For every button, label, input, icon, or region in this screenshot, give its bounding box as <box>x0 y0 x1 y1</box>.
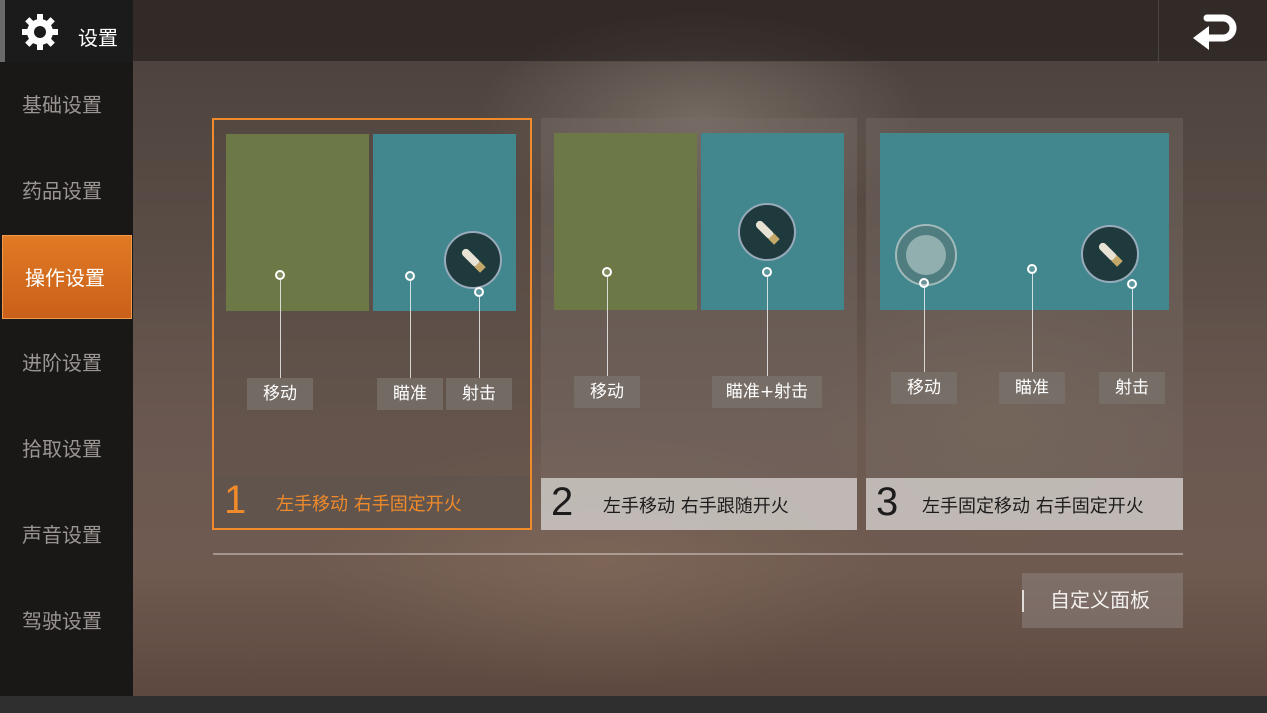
mode-card-2[interactable]: 移动 瞄准+射击 2 左手移动 右手跟随开火 <box>541 118 857 530</box>
fire-leader-line <box>479 297 480 378</box>
aim-leader-line <box>410 281 411 378</box>
mode-description: 左手移动 右手固定开火 <box>276 494 462 515</box>
title-accent <box>0 0 5 62</box>
aim-point <box>1027 264 1037 274</box>
page-title: 设置 <box>78 26 118 50</box>
mode-description: 左手移动 右手跟随开火 <box>603 496 789 517</box>
aim-fire-leader-line <box>767 277 768 376</box>
move-zone <box>226 134 369 311</box>
sidebar-item-medicine[interactable]: 药品设置 <box>0 148 133 234</box>
aim-fire-point <box>762 267 772 277</box>
settings-sidebar: 基础设置 药品设置 操作设置 进阶设置 拾取设置 声音设置 驾驶设置 <box>0 62 133 696</box>
mode-description: 左手固定移动 右手固定开火 <box>922 496 1144 517</box>
tag-aim-fire: 瞄准+射击 <box>712 376 822 408</box>
bullet-fire-icon <box>1081 225 1139 283</box>
bullet-fire-icon <box>444 231 502 289</box>
gear-icon <box>22 14 58 50</box>
move-zone <box>554 133 697 310</box>
move-point <box>919 278 929 288</box>
title-area: 设置 <box>0 0 133 62</box>
card-footer: 2 左手移动 右手跟随开火 <box>541 478 857 530</box>
tag-fire: 射击 <box>1099 372 1165 404</box>
top-bar: 设置 <box>0 0 1267 62</box>
sidebar-item-pickup[interactable]: 拾取设置 <box>0 406 133 492</box>
back-button[interactable] <box>1158 0 1267 62</box>
move-leader-line <box>607 277 608 376</box>
aim-leader-line <box>1032 274 1033 372</box>
tag-move: 移动 <box>247 378 313 410</box>
move-leader-line <box>280 280 281 378</box>
mode-number: 1 <box>224 478 247 522</box>
move-point <box>602 267 612 277</box>
tag-aim: 瞄准 <box>999 372 1065 404</box>
button-accent-bar <box>1022 590 1024 612</box>
tag-aim: 瞄准 <box>377 378 443 410</box>
mode-card-3[interactable]: 移动 瞄准 射击 3 左手固定移动 右手固定开火 <box>866 118 1183 530</box>
sidebar-item-basic[interactable]: 基础设置 <box>0 62 133 148</box>
move-leader-line <box>924 288 925 372</box>
fire-point <box>1127 279 1137 289</box>
sidebar-item-advanced[interactable]: 进阶设置 <box>0 320 133 406</box>
sidebar-item-controls[interactable]: 操作设置 <box>2 235 132 319</box>
tag-move: 移动 <box>891 372 957 404</box>
return-arrow-icon <box>1193 14 1237 50</box>
tag-move: 移动 <box>574 376 640 408</box>
mode-number: 2 <box>551 480 574 524</box>
move-point <box>275 270 285 280</box>
custom-panel-button[interactable]: 自定义面板 <box>1022 573 1183 628</box>
aim-point <box>405 271 415 281</box>
fire-point <box>474 287 484 297</box>
card-footer: 1 左手移动 右手固定开火 <box>214 476 530 528</box>
mode-number: 3 <box>876 480 899 524</box>
sidebar-item-driving[interactable]: 驾驶设置 <box>0 578 133 664</box>
tag-fire: 射击 <box>446 378 512 410</box>
fire-leader-line <box>1132 289 1133 372</box>
sidebar-item-sound[interactable]: 声音设置 <box>0 492 133 578</box>
bullet-fire-icon <box>738 203 796 261</box>
custom-panel-label: 自定义面板 <box>1050 588 1150 612</box>
divider <box>213 553 1183 555</box>
mode-card-1[interactable]: 移动 瞄准 射击 1 左手移动 右手固定开火 <box>212 118 532 530</box>
bottom-bar <box>0 696 1267 713</box>
card-footer: 3 左手固定移动 右手固定开火 <box>866 478 1183 530</box>
